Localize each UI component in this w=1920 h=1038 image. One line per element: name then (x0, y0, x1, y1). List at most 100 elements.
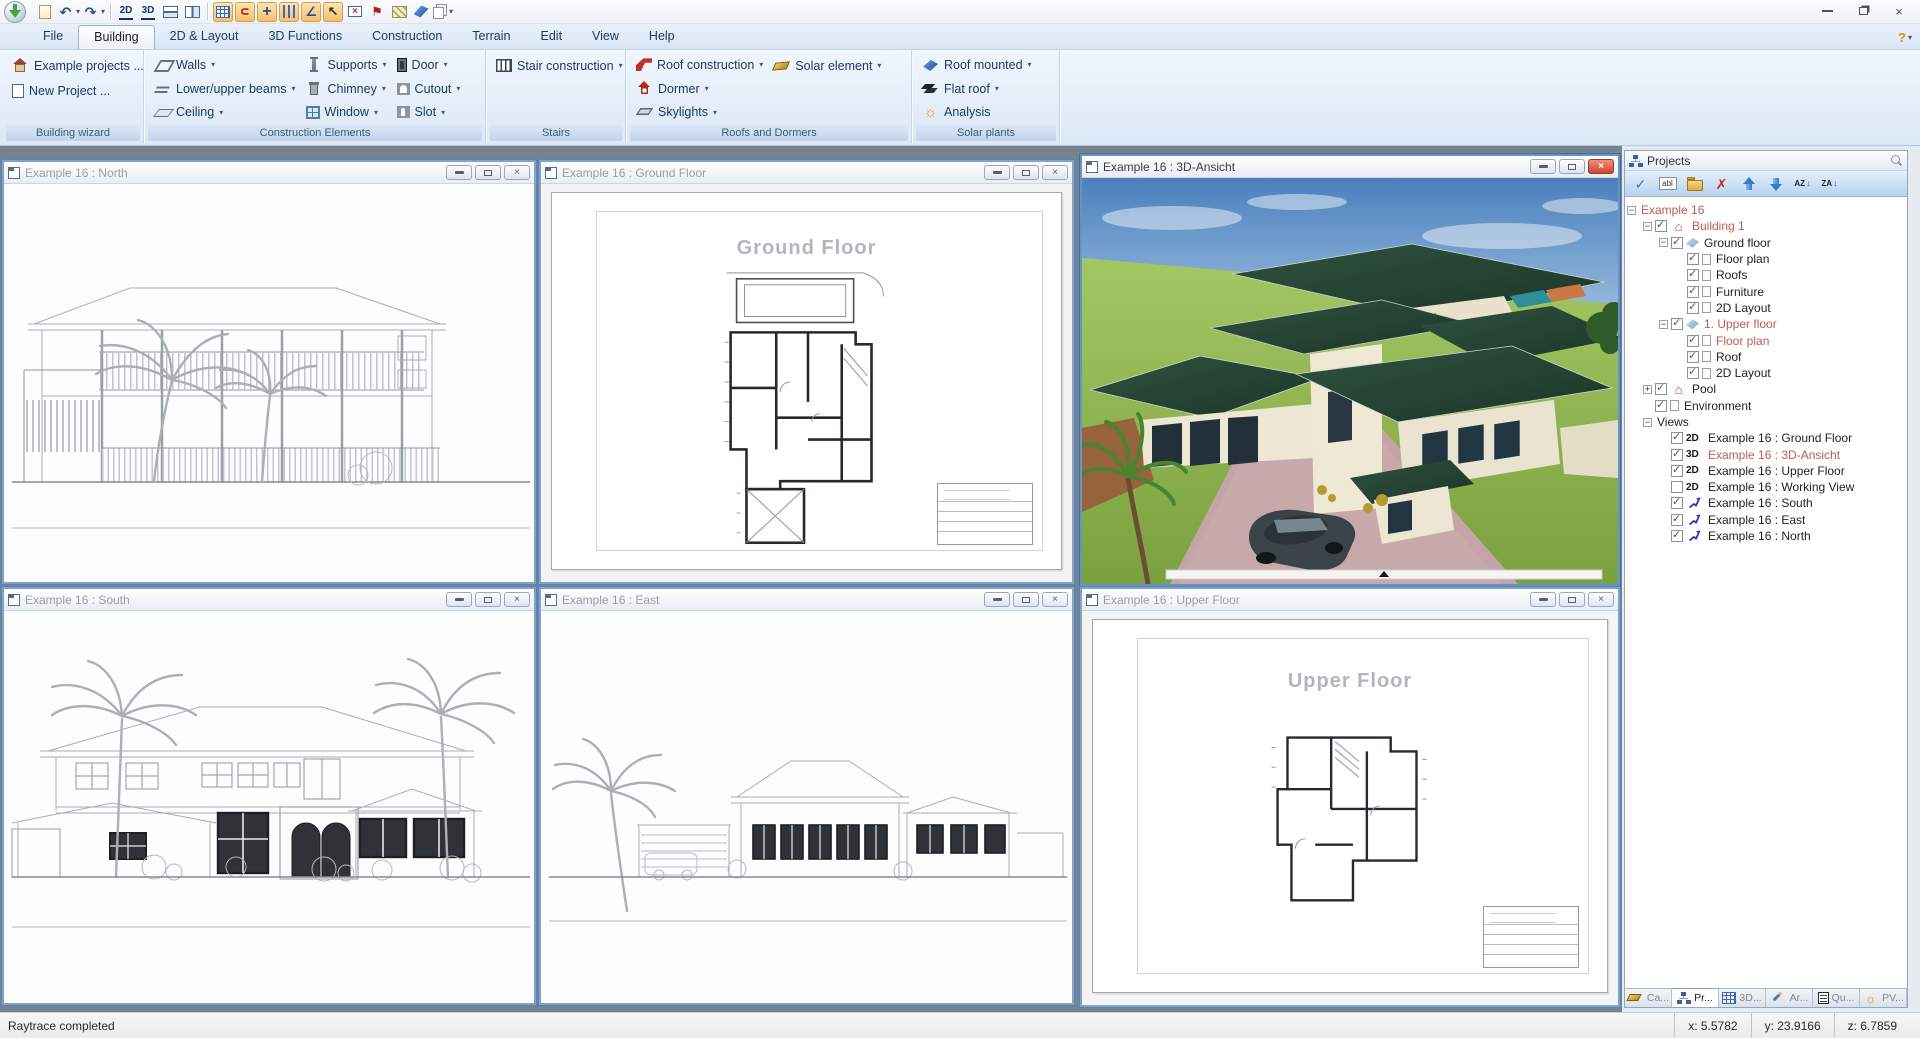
close-button[interactable]: × (504, 592, 530, 607)
ribbon-button-stair-construction[interactable]: Stair construction▾ (493, 53, 626, 78)
minimize-button[interactable] (984, 165, 1010, 180)
search-icon[interactable] (1890, 154, 1903, 167)
ribbon-button-supports[interactable]: Supports▾ (303, 53, 390, 77)
view-3d-button[interactable]: 3D (138, 2, 158, 22)
tree-item-views[interactable]: −Views (1625, 414, 1907, 430)
tab-terrain[interactable]: Terrain (457, 25, 525, 49)
window-titlebar[interactable]: Example 16 : 3D-Ansicht × (1082, 156, 1618, 178)
chevron-down-icon[interactable]: ▾ (877, 61, 881, 70)
hatch-area-button[interactable] (389, 2, 409, 22)
tree-checkbox[interactable] (1655, 220, 1667, 232)
ribbon-button-cutout[interactable]: Cutout▾ (394, 77, 464, 101)
maximize-button[interactable] (1559, 159, 1585, 174)
ribbon-button-window[interactable]: Window▾ (303, 100, 390, 124)
tab-construction[interactable]: Construction (357, 25, 457, 49)
delete-button[interactable] (1709, 173, 1734, 194)
panel-tab-pr[interactable]: Pr... (1672, 988, 1719, 1007)
tree-checkbox[interactable] (1687, 335, 1699, 347)
parallel-guides-button[interactable] (279, 2, 299, 22)
ribbon-button-flat-roof[interactable]: Flat roof▾ (919, 77, 1035, 101)
select-pointer-button[interactable] (323, 2, 343, 22)
grid-button[interactable] (213, 2, 233, 22)
window-titlebar[interactable]: Example 16 : South × (4, 589, 534, 611)
close-window-button[interactable] (345, 2, 365, 22)
plan-view-upper-floor[interactable]: Upper Floor (1082, 611, 1618, 1005)
tree-item-environment[interactable]: Environment (1625, 398, 1907, 414)
tree-expander-icon[interactable]: − (1643, 222, 1652, 231)
sort-descending-button[interactable]: ZA (1817, 173, 1842, 194)
tree-item-1-upper-floor[interactable]: −1. Upper floor (1625, 316, 1907, 332)
app-minimize-button[interactable] (1812, 2, 1842, 20)
chevron-down-icon[interactable]: ▾ (219, 108, 223, 117)
confirm-check-button[interactable] (1628, 173, 1653, 194)
tree-expander-icon[interactable]: − (1643, 418, 1652, 427)
ribbon-button-solar-element[interactable]: Solar element▾ (770, 53, 884, 78)
tree-checkbox[interactable] (1687, 269, 1699, 281)
tree-item-furniture[interactable]: Furniture (1625, 283, 1907, 299)
minimize-button[interactable] (984, 592, 1010, 607)
maximize-button[interactable] (1013, 165, 1039, 180)
panel-tab-3d[interactable]: 3D... (1719, 989, 1766, 1007)
tree-checkbox[interactable] (1671, 449, 1683, 461)
sort-ascending-button[interactable]: AZ (1790, 173, 1815, 194)
chevron-down-icon[interactable]: ▾ (705, 84, 709, 93)
ribbon-button-walls[interactable]: Walls▾ (151, 53, 299, 77)
roof-flag-button[interactable] (367, 2, 387, 22)
tree-checkbox[interactable] (1671, 481, 1683, 493)
tab-view[interactable]: View (577, 25, 634, 49)
ribbon-button-dormer[interactable]: Dormer▾ (633, 77, 766, 101)
move-up-button[interactable] (1736, 173, 1761, 194)
chevron-down-icon[interactable]: ▾ (441, 108, 445, 117)
chevron-down-icon[interactable]: ▾ (759, 60, 763, 69)
maximize-button[interactable] (475, 165, 501, 180)
window-titlebar[interactable]: Example 16 : Upper Floor × (1082, 589, 1618, 611)
tree-item-floor-plan[interactable]: Floor plan (1625, 251, 1907, 267)
tree-checkbox[interactable] (1671, 237, 1683, 249)
minimize-button[interactable] (446, 592, 472, 607)
app-close-button[interactable]: × (1884, 2, 1914, 20)
ribbon-button-door[interactable]: Door▾ (394, 53, 464, 77)
tab-file[interactable]: File (28, 25, 78, 49)
window-titlebar[interactable]: Example 16 : Ground Floor × (541, 162, 1072, 184)
tree-checkbox[interactable] (1671, 497, 1683, 509)
ribbon-button-roof-construction[interactable]: Roof construction▾ (633, 53, 766, 77)
minimize-button[interactable] (446, 165, 472, 180)
tree-checkbox[interactable] (1687, 286, 1699, 298)
close-button[interactable]: × (1588, 592, 1614, 607)
chevron-down-icon[interactable]: ▾ (444, 60, 448, 69)
tree-expander-icon[interactable]: − (1627, 206, 1636, 215)
close-button[interactable]: × (1042, 592, 1068, 607)
tree-item-example-16-south[interactable]: Example 16 : South (1625, 495, 1907, 511)
panel-tab-qu[interactable]: Qu... (1813, 989, 1860, 1007)
tree-checkbox[interactable] (1687, 302, 1699, 314)
minimize-button[interactable] (1530, 592, 1556, 607)
ribbon-button-analysis[interactable]: Analysis (919, 100, 1035, 124)
tree-expander-icon[interactable]: − (1659, 320, 1668, 329)
tab-3d-functions[interactable]: 3D Functions (253, 25, 357, 49)
tree-item-roof[interactable]: Roof (1625, 349, 1907, 365)
projects-panel-header[interactable]: Projects (1625, 151, 1907, 171)
tree-checkbox[interactable] (1671, 530, 1683, 542)
tree-item-2d-layout[interactable]: 2D Layout (1625, 365, 1907, 381)
tree-expander-icon[interactable]: + (1643, 385, 1652, 394)
close-button[interactable]: × (1588, 159, 1614, 174)
app-logo-button[interactable] (4, 2, 26, 22)
elevation-view-east[interactable] (541, 611, 1072, 1003)
chevron-down-icon[interactable]: ▾ (101, 7, 105, 16)
chevron-down-icon[interactable]: ▾ (456, 84, 460, 93)
rename-button[interactable]: abl (1655, 173, 1680, 194)
chevron-down-icon[interactable]: ▾ (995, 84, 999, 93)
tree-checkbox[interactable] (1671, 318, 1683, 330)
chevron-down-icon[interactable]: ▾ (374, 108, 378, 117)
tree-item-2d-layout[interactable]: 2D Layout (1625, 300, 1907, 316)
panel-tab-ca[interactable]: Ca... (1625, 989, 1672, 1007)
tree-item-ground-floor[interactable]: −Ground floor (1625, 235, 1907, 251)
redo-button[interactable]: ▾ (82, 2, 105, 22)
split-vertical-button[interactable] (182, 2, 202, 22)
chevron-down-icon[interactable]: ▾ (713, 108, 717, 117)
tree-checkbox[interactable] (1687, 253, 1699, 265)
ribbon-button-skylights[interactable]: Skylights▾ (633, 100, 766, 124)
tree-item-pool[interactable]: +Pool (1625, 381, 1907, 397)
close-button[interactable]: × (504, 165, 530, 180)
tree-checkbox[interactable] (1655, 383, 1667, 395)
